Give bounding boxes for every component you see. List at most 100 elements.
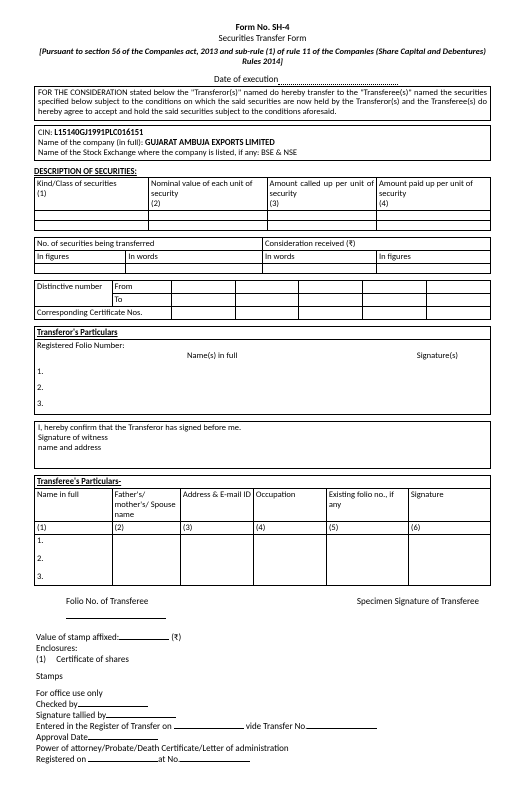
c1n: (1) <box>35 521 113 534</box>
cell[interactable] <box>262 264 376 274</box>
witness-sig: Signature of witness <box>38 434 487 444</box>
enc1: (1) Certificate of shares <box>36 654 489 665</box>
c4: Occupation <box>253 488 326 521</box>
transferee-rows: 1. 2. 3. <box>35 534 113 585</box>
cell[interactable] <box>126 264 263 274</box>
in-words-label: In words <box>262 251 376 264</box>
col2-label: Nominal value of each unit of security <box>151 179 252 199</box>
consideration-box: FOR THE CONSIDERATION stated below the "… <box>34 86 491 121</box>
c3: Address & E-mail ID <box>180 488 253 521</box>
cell[interactable] <box>299 281 363 294</box>
cell[interactable] <box>180 534 253 585</box>
desc-cell[interactable] <box>267 221 376 231</box>
transferor-table: Transferor's Particulars Registered Foli… <box>34 326 491 415</box>
cell[interactable] <box>326 534 408 585</box>
checked-field[interactable] <box>78 706 148 707</box>
cell[interactable] <box>171 294 235 307</box>
distinctive-label: Distinctive number <box>35 281 113 307</box>
entered1: Entered in the Register of Transfer on <box>36 721 172 732</box>
stamp-label: Value of stamp affixed: <box>36 632 119 643</box>
transferor-heading: Transferor's Particulars <box>35 327 491 340</box>
desc-cell[interactable] <box>35 221 149 231</box>
registered: Registered on <box>36 754 86 765</box>
at-no: at No. <box>158 754 180 765</box>
cell[interactable] <box>235 294 299 307</box>
tallied-field[interactable] <box>106 717 176 718</box>
stamps-label: Stamps <box>36 671 489 682</box>
checked: Checked by <box>36 699 78 710</box>
company-name-value: GUJARAT AMBUJA EXPORTS LIMITED <box>145 138 275 148</box>
tr-row-3[interactable]: 3. <box>37 572 110 582</box>
col1-num: (1) <box>37 189 46 199</box>
c3n: (3) <box>180 521 253 534</box>
cell[interactable] <box>171 307 235 320</box>
transferor-rows: 1. 2. 3. <box>37 367 488 409</box>
cell[interactable] <box>235 307 299 320</box>
execution-date-field[interactable] <box>278 84 398 85</box>
row-1[interactable]: 1. <box>37 367 488 377</box>
footer-block: Folio No. of Transferee Specimen Signatu… <box>34 596 491 765</box>
folio-transferee-field[interactable] <box>66 618 166 619</box>
cell[interactable] <box>171 281 235 294</box>
c6n: (6) <box>408 521 490 534</box>
registered-on-field[interactable] <box>88 761 158 762</box>
entered-on-field[interactable] <box>174 728 244 729</box>
cell[interactable] <box>35 264 126 274</box>
c6: Signature <box>408 488 490 521</box>
desc-cell[interactable] <box>267 211 376 221</box>
cell[interactable] <box>427 281 491 294</box>
cell[interactable] <box>363 294 427 307</box>
c1: Name in full <box>35 488 113 521</box>
row-2[interactable]: 2. <box>37 383 488 393</box>
names-col: Name(s) in full <box>187 351 237 361</box>
transferor-body: Registered Folio Number: Name(s) in full… <box>35 340 491 415</box>
col1-label: Kind/Class of securities <box>37 179 117 189</box>
cell[interactable] <box>363 307 427 320</box>
cell[interactable] <box>427 307 491 320</box>
desc-cell[interactable] <box>376 211 490 221</box>
cell[interactable] <box>427 294 491 307</box>
office-use: For office use only <box>36 688 489 699</box>
consideration-header: Consideration received (₹) <box>262 238 490 251</box>
cell[interactable] <box>376 264 490 274</box>
page: Form No. SH-4 Securities Transfer Form [… <box>0 0 525 785</box>
cell[interactable] <box>299 307 363 320</box>
cin-label: CIN: <box>38 128 52 138</box>
desc-cell[interactable] <box>376 221 490 231</box>
col3-num: (3) <box>270 199 279 209</box>
cell[interactable] <box>253 534 326 585</box>
c5n: (5) <box>326 521 408 534</box>
execution-date-label: Date of execution <box>214 74 278 85</box>
in-figures-label: In figures <box>35 251 126 264</box>
at-no-field[interactable] <box>180 761 250 762</box>
desc-cell[interactable] <box>149 211 268 221</box>
desc-cell[interactable] <box>35 211 149 221</box>
desc-sec-heading: DESCRIPTION OF SECURITIES: <box>34 167 491 177</box>
form-no: Form No. SH-4 <box>34 22 491 33</box>
to-label: To <box>112 294 171 307</box>
transfer-no-field[interactable] <box>307 728 377 729</box>
approval-field[interactable] <box>88 739 158 740</box>
transfer-consideration-table: No. of securities being transferred Cons… <box>34 237 491 274</box>
c5: Existing folio no., if any <box>326 488 408 521</box>
desc-cell[interactable] <box>149 221 268 231</box>
exchange-value: BSE & NSE <box>261 148 297 158</box>
in-figures-label: In figures <box>376 251 490 264</box>
cell[interactable] <box>408 534 490 585</box>
tr-row-2[interactable]: 2. <box>37 554 110 564</box>
sec-transferred-header: No. of securities being transferred <box>35 238 263 251</box>
stamp-field[interactable] <box>119 639 169 640</box>
cell[interactable] <box>235 281 299 294</box>
c2n: (2) <box>112 521 180 534</box>
row-3[interactable]: 3. <box>37 399 488 409</box>
cell[interactable] <box>299 294 363 307</box>
from-label: From <box>112 281 171 294</box>
form-subtitle: Securities Transfer Form <box>34 33 491 44</box>
tr-row-1[interactable]: 1. <box>37 536 110 546</box>
cell[interactable] <box>363 281 427 294</box>
specimen-sig: Specimen Signature of Transferee <box>357 596 479 607</box>
sigs-col: Signature(s) <box>417 351 458 361</box>
witness-addr: name and address <box>38 444 487 454</box>
cert-nos-label: Corresponding Certificate Nos. <box>35 307 172 320</box>
cell[interactable] <box>112 534 180 585</box>
